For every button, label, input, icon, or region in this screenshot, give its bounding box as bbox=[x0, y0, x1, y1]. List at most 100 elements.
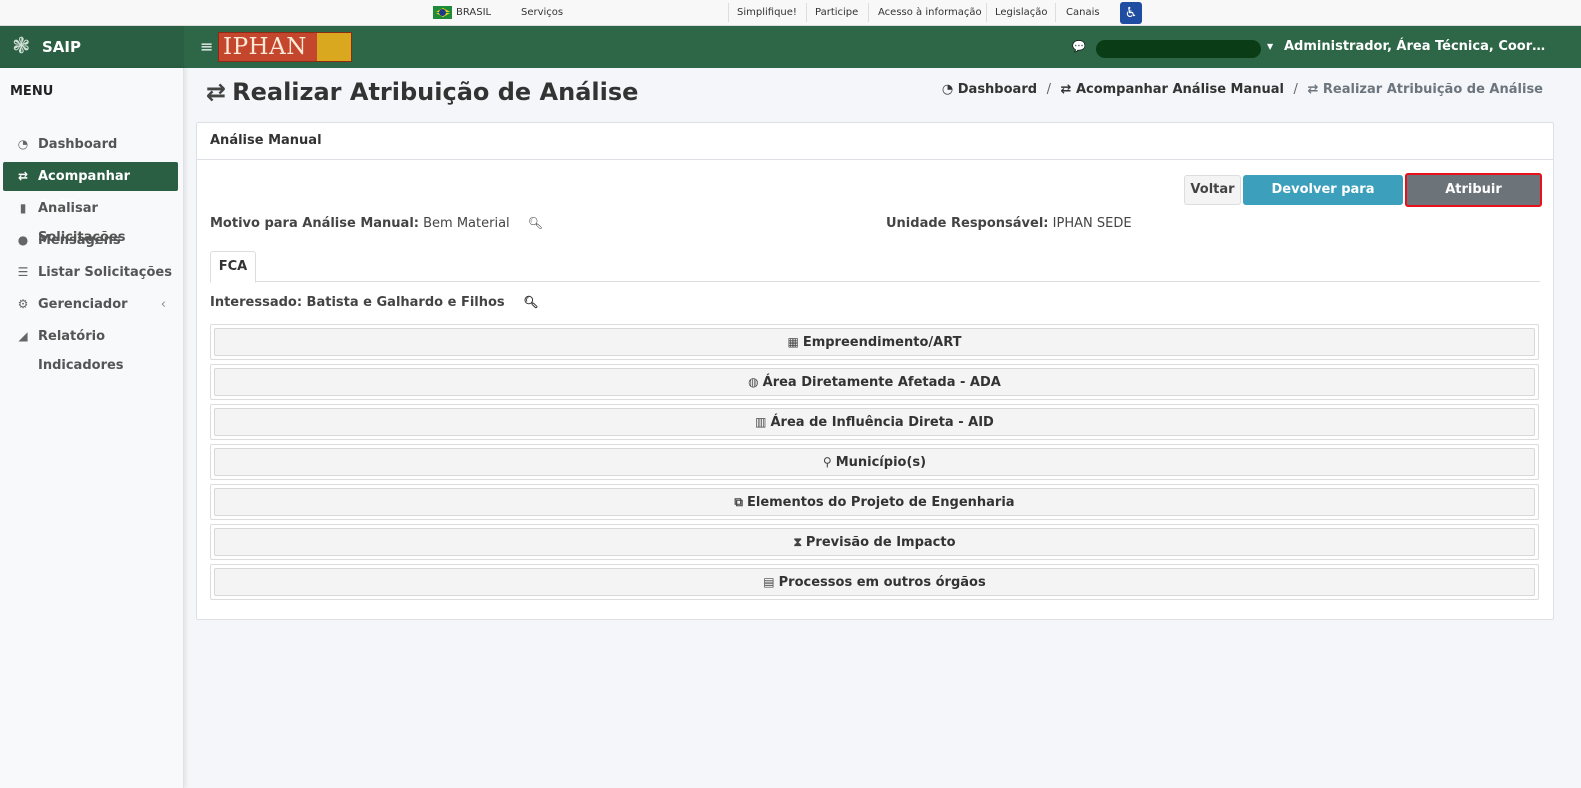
page-title-text: Realizar Atribuição de Análise bbox=[232, 78, 639, 106]
comments-icon: ● bbox=[17, 233, 29, 247]
section-municipios-button[interactable]: ⚲ Município(s) bbox=[214, 448, 1535, 476]
accessibility-icon[interactable]: ♿ bbox=[1120, 2, 1142, 24]
breadcrumb-dashboard[interactable]: Dashboard bbox=[958, 82, 1037, 97]
section-label: Elementos do Projeto de Engenharia bbox=[746, 495, 1015, 510]
caret-down-icon[interactable]: ▼ bbox=[1267, 26, 1273, 68]
divider bbox=[1055, 3, 1056, 22]
cubes-icon: ⧉ bbox=[734, 495, 743, 509]
sidebar-item-label: Dashboard bbox=[38, 137, 118, 152]
sidebar-item-relatorio-indicadores[interactable]: ◢ Relatório Indicadores bbox=[3, 322, 178, 373]
page-title: ⇄ Realizar Atribuição de Análise bbox=[206, 78, 638, 106]
breadcrumb-separator: / bbox=[1046, 82, 1051, 97]
section-label: Processos em outros órgãos bbox=[778, 575, 986, 590]
section-label: Previsão de Impacto bbox=[805, 535, 956, 550]
devolver-correcao-button[interactable]: Devolver para Correção bbox=[1243, 175, 1403, 225]
menu-title: MENU bbox=[10, 84, 54, 99]
divider bbox=[868, 3, 869, 22]
unidade-value: IPHAN SEDE bbox=[1052, 216, 1132, 231]
top-navbar: ≡ IPHAN 💬 ▼ Administrador, Área Técnica,… bbox=[184, 26, 1581, 68]
sidebar-item-acompanhar-analise[interactable]: ⇄ Acompanhar Análise bbox=[3, 162, 178, 213]
breadcrumb: ◔ Dashboard / ⇄ Acompanhar Análise Manua… bbox=[942, 82, 1543, 97]
sidebar-item-mensagens[interactable]: ● Mensagens bbox=[3, 226, 178, 255]
gov-link-servicos[interactable]: Serviços bbox=[521, 0, 563, 25]
section-processos-button[interactable]: ▤ Processos em outros órgãos bbox=[214, 568, 1535, 596]
messages-icon[interactable]: 💬 bbox=[1072, 26, 1086, 68]
sidebar: MENU ◔ Dashboard ⇄ Acompanhar Análise ▮ … bbox=[0, 68, 184, 788]
breadcrumb-separator: / bbox=[1293, 82, 1298, 97]
gears-icon: ⚙ bbox=[17, 297, 29, 311]
sidebar-item-label: Relatório Indicadores bbox=[38, 329, 124, 373]
sidebar-item-dashboard[interactable]: ◔ Dashboard bbox=[3, 130, 178, 159]
list-icon: ☰ bbox=[17, 265, 29, 279]
section-label: Empreendimento/ART bbox=[802, 335, 962, 350]
book-icon: ▮ bbox=[19, 201, 27, 215]
exchange-icon: ⇄ bbox=[17, 169, 29, 183]
sidebar-item-listar-solicitacoes[interactable]: ☰ Listar Solicitações bbox=[3, 258, 178, 287]
accordion-section: ◍ Área Diretamente Afetada - ADA bbox=[210, 364, 1539, 400]
user-avatar-pill[interactable] bbox=[1096, 40, 1261, 58]
motivo-label: Motivo para Análise Manual: bbox=[210, 216, 419, 231]
accordion-section: ⧗ Previsão de Impacto bbox=[210, 524, 1539, 560]
section-empreendimento-button[interactable]: ▦ Empreendimento/ART bbox=[214, 328, 1535, 356]
app-logo-icon: ❃ bbox=[12, 34, 31, 59]
user-menu[interactable]: Administrador, Área Técnica, Coordenação… bbox=[1284, 26, 1554, 68]
hourglass-icon: ⧗ bbox=[793, 535, 802, 549]
search-icon[interactable]: 🔍︎ bbox=[528, 216, 543, 230]
card-header: Análise Manual bbox=[197, 123, 1553, 160]
gov-link-simplifique[interactable]: Simplifique! bbox=[737, 0, 797, 25]
breadcrumb-current: Realizar Atribuição de Análise bbox=[1322, 82, 1543, 97]
accordion-section: ▥ Área de Influência Direta - AID bbox=[210, 404, 1539, 440]
map-marker-icon: ⚲ bbox=[822, 455, 832, 469]
chevron-left-icon: ‹ bbox=[160, 297, 166, 312]
section-aid-button[interactable]: ▥ Área de Influência Direta - AID bbox=[214, 408, 1535, 436]
dashboard-icon: ◔ bbox=[941, 82, 954, 97]
section-label: Área Diretamente Afetada - ADA bbox=[762, 375, 1001, 390]
unidade-label: Unidade Responsável: bbox=[886, 216, 1049, 231]
search-icon[interactable]: 🔍︎ bbox=[523, 295, 538, 309]
flag-globe bbox=[439, 9, 446, 16]
exchange-icon: ⇄ bbox=[1307, 82, 1319, 97]
brand[interactable]: ❃ SAIP bbox=[0, 26, 184, 68]
section-elementos-button[interactable]: ⧉ Elementos do Projeto de Engenharia bbox=[214, 488, 1535, 516]
archive-icon: ▤ bbox=[763, 575, 775, 589]
iphan-logo: IPHAN bbox=[218, 32, 352, 62]
sidebar-item-gerenciador[interactable]: ⚙ Gerenciador ‹ bbox=[3, 290, 178, 319]
exchange-icon: ⇄ bbox=[1060, 82, 1072, 97]
interessado: Interessado: Batista e Galhardo e Filhos… bbox=[210, 295, 538, 310]
interessado-text: Interessado: Batista e Galhardo e Filhos bbox=[210, 295, 505, 310]
gov-link-legislacao[interactable]: Legislação bbox=[995, 0, 1048, 25]
sidebar-item-label: Mensagens bbox=[38, 233, 121, 248]
sidebar-item-analisar-solicitacoes[interactable]: ▮ Analisar Solicitações bbox=[3, 194, 178, 245]
analise-manual-card: Análise Manual Voltar Devolver para Corr… bbox=[196, 122, 1554, 620]
divider bbox=[728, 3, 729, 22]
section-previsao-button[interactable]: ⧗ Previsão de Impacto bbox=[214, 528, 1535, 556]
section-ada-button[interactable]: ◍ Área Diretamente Afetada - ADA bbox=[214, 368, 1535, 396]
gov-brasil-link[interactable]: BRASIL bbox=[456, 0, 491, 25]
map-icon: ▥ bbox=[755, 415, 767, 429]
motivo-value: Bem Material bbox=[423, 216, 510, 231]
iphan-logo-text: IPHAN bbox=[223, 34, 307, 60]
atribuir-solicitacao-button[interactable]: Atribuir Solicitação bbox=[1405, 173, 1542, 227]
divider bbox=[806, 3, 807, 22]
gov-link-participe[interactable]: Participe bbox=[815, 0, 858, 25]
unidade-field: Unidade Responsável: IPHAN SEDE bbox=[886, 216, 1132, 231]
voltar-button[interactable]: Voltar bbox=[1184, 175, 1241, 205]
breadcrumb-acompanhar[interactable]: Acompanhar Análise Manual bbox=[1076, 82, 1284, 97]
sidebar-item-label: Listar Solicitações bbox=[38, 265, 172, 280]
accordion-section: ▤ Processos em outros órgãos bbox=[210, 564, 1539, 600]
tabs: FCA bbox=[210, 251, 1540, 283]
sidebar-item-label: Gerenciador bbox=[38, 297, 128, 312]
accordion-section: ⧉ Elementos do Projeto de Engenharia bbox=[210, 484, 1539, 520]
gov-bar: BRASIL Serviços Simplifique! Participe A… bbox=[0, 0, 1581, 26]
tab-fca[interactable]: FCA bbox=[210, 251, 256, 283]
gov-link-canais[interactable]: Canais bbox=[1066, 0, 1100, 25]
globe-icon: ◍ bbox=[748, 375, 759, 389]
section-label: Área de Influência Direta - AID bbox=[770, 415, 994, 430]
gov-link-acesso[interactable]: Acesso à informação bbox=[878, 0, 982, 25]
area-chart-icon: ◢ bbox=[18, 329, 28, 343]
accordion-section: ⚲ Município(s) bbox=[210, 444, 1539, 480]
divider bbox=[986, 3, 987, 22]
menu-toggle-icon[interactable]: ≡ bbox=[200, 26, 213, 68]
accordion-section: ▦ Empreendimento/ART bbox=[210, 324, 1539, 360]
app-name: SAIP bbox=[42, 38, 81, 56]
